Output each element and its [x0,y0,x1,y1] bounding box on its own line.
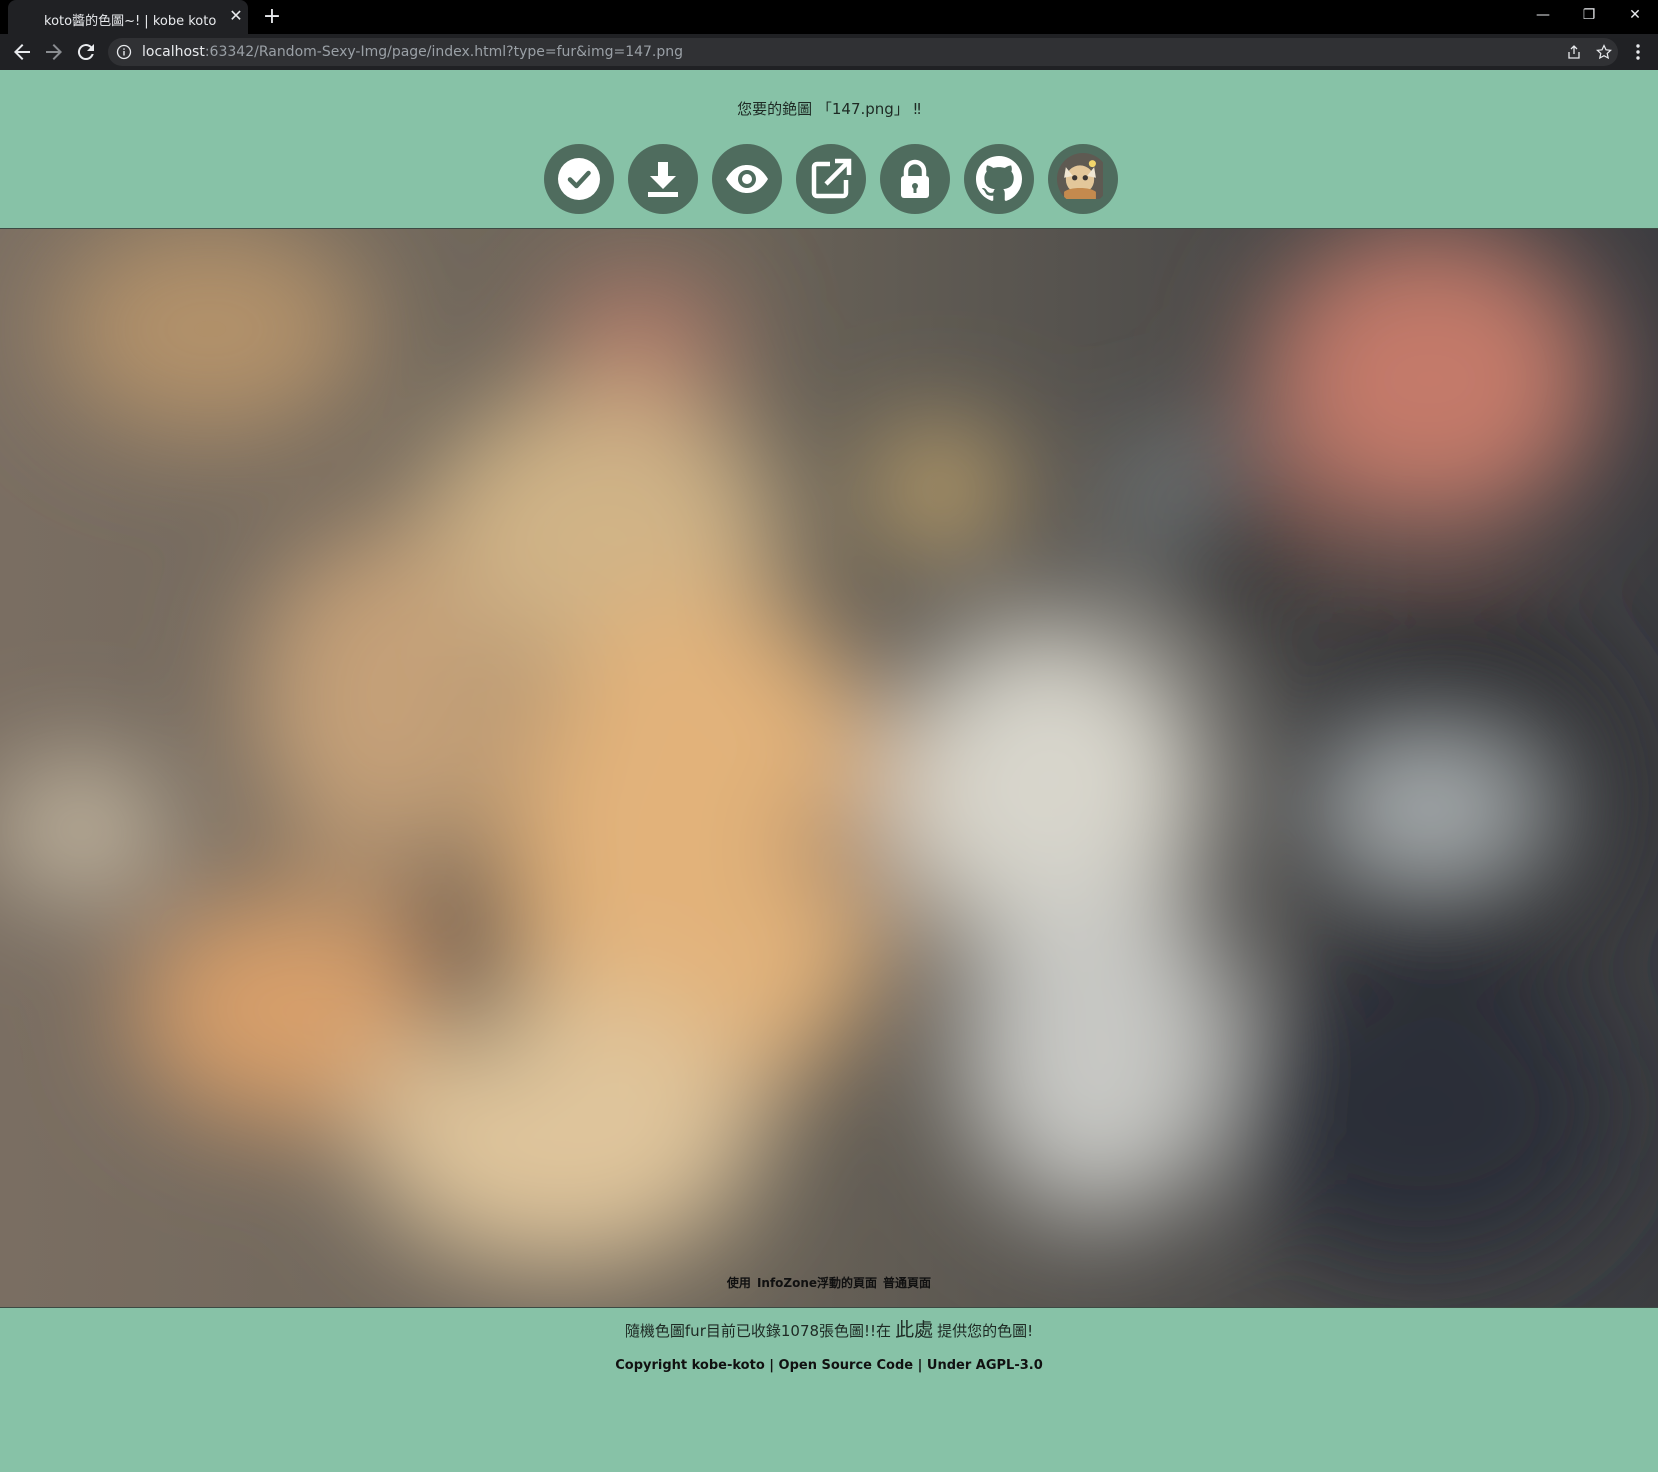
action-button-row [544,144,1124,214]
url-host: localhost [142,44,205,60]
copyright-text: Copyright kobe-koto | Open Source Code |… [615,1358,1043,1373]
footer-links: 使用 InfoZone浮動的頁面 普通頁面 [0,1274,1658,1291]
share-icon[interactable] [1566,44,1582,60]
github-icon [976,156,1022,201]
address-bar[interactable]: localhost:63342/Random-Sexy-Img/page/ind… [108,38,1618,66]
minimize-button[interactable]: — [1520,0,1566,30]
browser-titlebar: koto醬的色圖~! | kobe koto ✕ + — ❐ ✕ [0,0,1658,34]
page-body: 您要的銫圖 「147.png」 ‼ 使用 InfoZone浮動的頁面 普通頁面 … [0,70,1658,1472]
infozone-link[interactable]: InfoZone浮動的頁面 [757,1276,877,1290]
avatar-button[interactable] [1048,144,1118,214]
random-image[interactable] [0,228,1658,1308]
browser-menu-icon[interactable] [1628,40,1648,64]
footer-links-prefix: 使用 [726,1276,751,1290]
forward-icon[interactable] [42,40,66,64]
tab-title: koto醬的色圖~! | kobe koto [44,14,217,29]
image-count-suffix: 提供您的色圖! [937,1322,1034,1340]
url-path: :63342/Random-Sexy-Img/page/index.html?t… [204,44,684,60]
github-button[interactable] [964,144,1034,214]
lock-button[interactable] [880,144,950,214]
close-window-button[interactable]: ✕ [1612,0,1658,30]
site-info-icon[interactable] [116,44,132,60]
image-count-line: 隨機色圖fur目前已收錄1078張色圖!!在 此處 提供您的色圖! [0,1315,1658,1342]
image-count-text: 隨機色圖fur目前已收錄1078張色圖!!在 [624,1322,892,1340]
lock-icon [901,159,929,198]
view-button[interactable] [712,144,782,214]
external-link-icon [811,158,852,199]
browser-tab[interactable]: koto醬的色圖~! | kobe koto ✕ [8,0,248,34]
check-circle-icon [558,158,600,200]
download-icon [648,162,678,197]
browser-toolbar: localhost:63342/Random-Sexy-Img/page/ind… [0,34,1658,70]
blurred-image [0,229,1658,1307]
new-tab-button[interactable]: + [260,5,284,29]
tab-close-icon[interactable]: ✕ [226,6,246,26]
avatar [1057,153,1109,205]
eye-icon [726,165,768,193]
confirm-button[interactable] [544,144,614,214]
page-title: 您要的銫圖 「147.png」 ‼ [737,100,921,118]
normal-page-link[interactable]: 普通頁面 [883,1276,931,1290]
restore-button[interactable]: ❐ [1566,0,1612,30]
back-icon[interactable] [10,40,34,64]
bookmark-star-icon[interactable] [1596,44,1612,60]
download-button[interactable] [628,144,698,214]
url-text[interactable]: localhost:63342/Random-Sexy-Img/page/ind… [142,44,683,60]
submit-here-link[interactable]: 此處 [895,1319,933,1341]
reload-icon[interactable] [74,40,98,64]
open-external-button[interactable] [796,144,866,214]
